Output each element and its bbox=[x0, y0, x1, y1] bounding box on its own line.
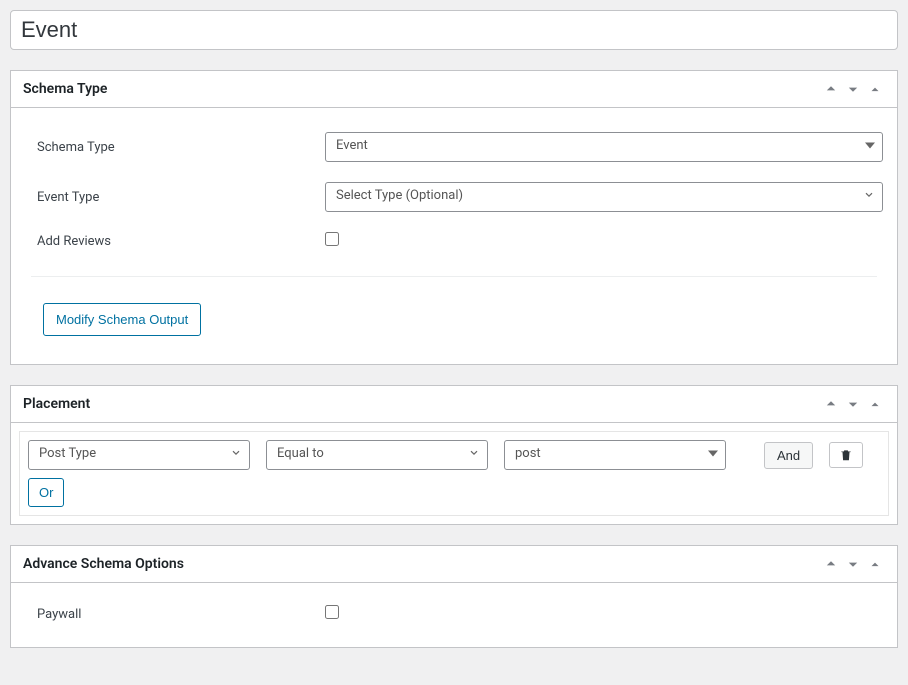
add-reviews-label: Add Reviews bbox=[25, 234, 325, 249]
move-up-icon[interactable] bbox=[821, 80, 841, 98]
post-title-input[interactable] bbox=[10, 10, 898, 50]
panel-title[interactable]: Advance Schema Options bbox=[23, 546, 184, 582]
toggle-panel-icon[interactable] bbox=[865, 395, 885, 413]
panel-body: Schema Type Event Event Type Select Type… bbox=[11, 132, 897, 364]
panel-body: Paywall bbox=[11, 605, 897, 647]
advance-options-panel: Advance Schema Options Paywall bbox=[10, 545, 898, 648]
or-button[interactable]: Or bbox=[28, 478, 64, 507]
panel-header: Placement bbox=[11, 386, 897, 423]
paywall-label: Paywall bbox=[25, 607, 325, 622]
add-reviews-checkbox[interactable] bbox=[325, 232, 339, 246]
schema-type-label: Schema Type bbox=[25, 140, 325, 155]
modify-schema-output-button[interactable]: Modify Schema Output bbox=[43, 303, 201, 336]
move-down-icon[interactable] bbox=[843, 80, 863, 98]
panel-body: Post Type Equal to bbox=[11, 423, 897, 524]
panel-handle-actions bbox=[821, 80, 885, 98]
event-type-label: Event Type bbox=[25, 190, 325, 205]
panel-header: Advance Schema Options bbox=[11, 546, 897, 583]
toggle-panel-icon[interactable] bbox=[865, 80, 885, 98]
move-up-icon[interactable] bbox=[821, 555, 841, 573]
placement-field-select[interactable]: Post Type bbox=[28, 440, 250, 470]
placement-operator-select[interactable]: Equal to bbox=[266, 440, 488, 470]
paywall-checkbox[interactable] bbox=[325, 605, 339, 619]
panel-title[interactable]: Placement bbox=[23, 386, 90, 422]
move-down-icon[interactable] bbox=[843, 395, 863, 413]
move-up-icon[interactable] bbox=[821, 395, 841, 413]
divider bbox=[31, 276, 877, 277]
placement-panel: Placement Post Type bbox=[10, 385, 898, 525]
panel-header: Schema Type bbox=[11, 71, 897, 108]
panel-title[interactable]: Schema Type bbox=[23, 71, 107, 107]
placement-value-select[interactable]: post bbox=[504, 440, 726, 470]
move-down-icon[interactable] bbox=[843, 555, 863, 573]
schema-type-panel: Schema Type Schema Type Event bbox=[10, 70, 898, 365]
and-button[interactable]: And bbox=[764, 442, 813, 469]
toggle-panel-icon[interactable] bbox=[865, 555, 885, 573]
event-type-select[interactable]: Select Type (Optional) bbox=[325, 182, 883, 212]
delete-rule-button[interactable] bbox=[829, 442, 863, 468]
schema-type-select[interactable]: Event bbox=[325, 132, 883, 162]
trash-icon bbox=[839, 448, 853, 462]
panel-handle-actions bbox=[821, 555, 885, 573]
panel-handle-actions bbox=[821, 395, 885, 413]
